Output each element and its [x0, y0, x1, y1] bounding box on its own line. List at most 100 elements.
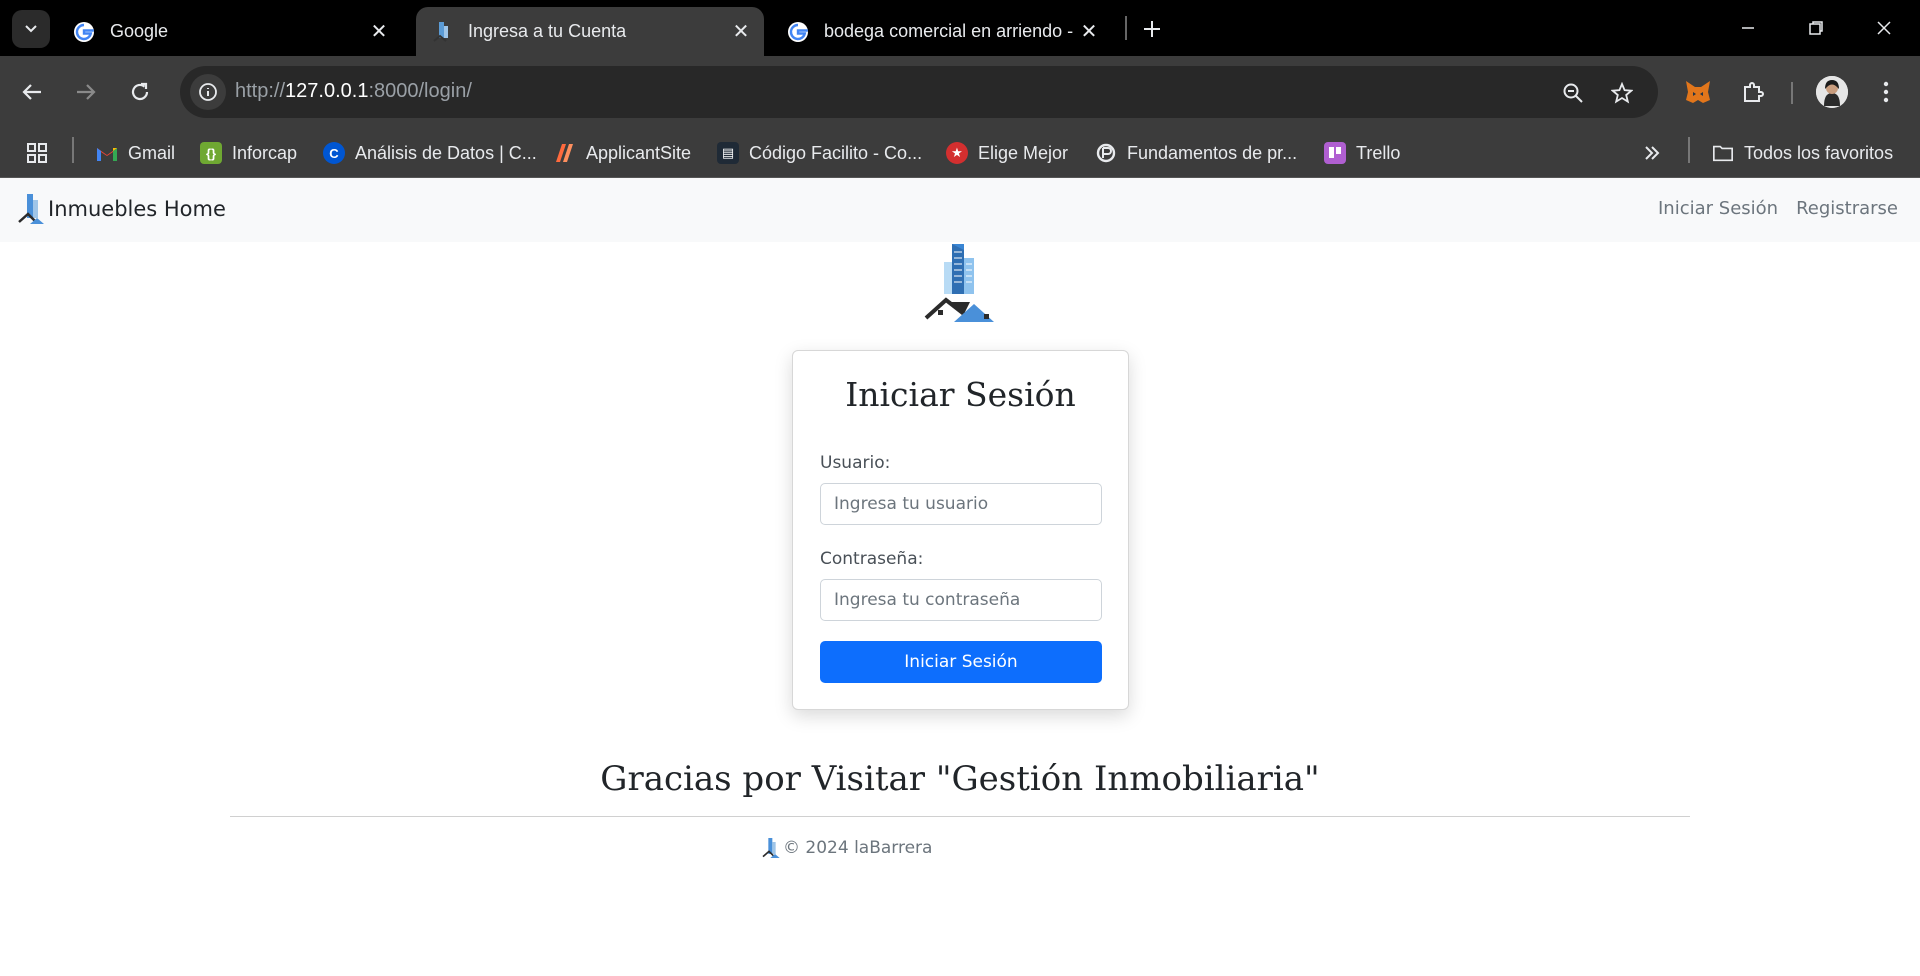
username-input[interactable]	[820, 483, 1102, 525]
fox-icon	[1686, 81, 1710, 103]
restore-button[interactable]	[1796, 10, 1836, 46]
tab-bodega[interactable]: bodega comercial en arriendo - ✕	[772, 7, 1112, 56]
address-bar[interactable]: http://127.0.0.1:8000/login/	[180, 66, 1658, 118]
chevron-down-icon	[25, 25, 37, 33]
bookmark-separator	[72, 137, 74, 163]
apps-button[interactable]	[26, 137, 48, 169]
url-path: :8000/login/	[368, 80, 472, 102]
coursera-icon: C	[323, 142, 345, 164]
google-icon	[72, 20, 96, 44]
login-submit-button[interactable]: Iniciar Sesión	[820, 641, 1102, 683]
footer: © 2024 laBarrera	[761, 836, 932, 860]
zoom-button[interactable]	[1558, 78, 1588, 108]
bookmark-inforcap[interactable]: {} Inforcap	[200, 137, 297, 169]
brand-link[interactable]: Inmuebles Home	[16, 192, 226, 226]
minimize-button[interactable]	[1728, 10, 1768, 46]
login-card: Iniciar Sesión Usuario: Contraseña: Inic…	[792, 350, 1129, 710]
bookmark-star-button[interactable]	[1607, 78, 1637, 108]
tab-google[interactable]: Google ✕	[58, 7, 402, 56]
eligemejor-icon: ★	[946, 142, 968, 164]
bookmark-fundamentos[interactable]: Fundamentos de pr...	[1095, 137, 1297, 169]
browser-tabstrip: Google ✕ Ingresa a tu Cuenta ✕ bodega co…	[0, 0, 1920, 56]
bookmark-label: Código Facilito - Co...	[749, 142, 923, 163]
url-host: 127.0.0.1	[285, 80, 369, 102]
brand-name: Inmuebles Home	[48, 197, 226, 221]
extensions-button[interactable]	[1733, 72, 1773, 112]
web-page: Inmuebles Home Iniciar Sesión Registrars…	[0, 178, 1920, 976]
codigofacilito-icon: ▤	[717, 142, 739, 164]
url-scheme: http://	[235, 80, 286, 102]
all-bookmarks-button[interactable]: Todos los favoritos	[1712, 137, 1893, 169]
url-text[interactable]: http://127.0.0.1:8000/login/	[235, 80, 472, 103]
fundamentos-icon	[1095, 142, 1117, 164]
tab-login[interactable]: Ingresa a tu Cuenta ✕	[416, 7, 764, 56]
applicantsite-icon	[554, 142, 576, 164]
new-tab-button[interactable]	[1135, 12, 1169, 46]
apps-grid-icon	[27, 143, 47, 163]
restore-icon	[1809, 21, 1823, 35]
inforcap-icon: {}	[200, 142, 222, 164]
reload-button[interactable]	[120, 72, 160, 112]
bookmark-label: Trello	[1356, 142, 1401, 163]
password-label: Contraseña:	[820, 549, 924, 569]
close-icon[interactable]: ✕	[726, 17, 756, 47]
star-icon	[1611, 82, 1633, 104]
menu-button[interactable]	[1866, 72, 1906, 112]
close-window-button[interactable]	[1864, 10, 1904, 46]
thanks-heading: Gracias por Visitar "Gestión Inmobiliari…	[600, 759, 1320, 799]
double-chevron-right-icon	[1645, 146, 1660, 160]
password-input[interactable]	[820, 579, 1102, 621]
puzzle-icon	[1744, 82, 1764, 102]
building-logo-icon	[762, 838, 780, 858]
forward-button[interactable]	[66, 72, 106, 112]
username-label: Usuario:	[820, 453, 891, 473]
folder-icon	[1712, 142, 1734, 164]
bookmark-trello[interactable]: Trello	[1324, 137, 1400, 169]
tab-title: Ingresa a tu Cuenta	[468, 21, 627, 41]
bookmark-label: ApplicantSite	[586, 142, 692, 163]
close-icon	[1877, 21, 1891, 35]
tab-title: bodega comercial en arriendo -	[824, 21, 1074, 41]
tab-separator	[1125, 16, 1127, 40]
minimize-icon	[1742, 27, 1754, 29]
tab-search-button[interactable]	[12, 10, 50, 48]
profile-avatar[interactable]	[1816, 76, 1848, 108]
gmail-icon	[96, 142, 118, 164]
all-bookmarks-label: Todos los favoritos	[1744, 142, 1894, 163]
bookmark-codigofacilito[interactable]: ▤ Código Facilito - Co...	[717, 137, 922, 169]
building-icon	[430, 20, 454, 44]
arrow-right-icon	[77, 84, 96, 100]
bookmark-eligemejor[interactable]: ★ Elige Mejor	[946, 137, 1068, 169]
nav-links: Iniciar Sesión Registrarse	[1658, 198, 1898, 219]
toolbar-separator	[1791, 82, 1793, 104]
bookmark-gmail[interactable]: Gmail	[96, 137, 175, 169]
bookmark-label: Fundamentos de pr...	[1127, 142, 1298, 163]
bookmarks-bar: Gmail {} Inforcap C Análisis de Datos | …	[0, 128, 1920, 178]
bookmark-separator	[1688, 137, 1690, 163]
zoom-out-icon	[1563, 83, 1583, 103]
nav-login-link[interactable]: Iniciar Sesión	[1658, 198, 1778, 219]
site-info-button[interactable]	[190, 74, 226, 110]
bookmark-label: Gmail	[128, 142, 176, 163]
bookmark-label: Inforcap	[232, 142, 298, 163]
building-logo-icon	[924, 244, 994, 322]
plus-icon	[1144, 21, 1160, 37]
site-navbar: Inmuebles Home Iniciar Sesión Registrars…	[0, 178, 1920, 242]
trello-icon	[1324, 142, 1346, 164]
login-title: Iniciar Sesión	[845, 375, 1076, 414]
bookmark-label: Análisis de Datos | C...	[355, 142, 537, 163]
back-button[interactable]	[12, 72, 52, 112]
arrow-left-icon	[22, 84, 41, 100]
nav-register-link[interactable]: Registrarse	[1796, 198, 1898, 219]
info-icon	[199, 83, 217, 101]
close-icon[interactable]: ✕	[364, 17, 394, 47]
bookmark-applicantsite[interactable]: ApplicantSite	[554, 137, 691, 169]
more-bookmarks-button[interactable]	[1642, 137, 1662, 169]
bookmark-label: Elige Mejor	[978, 142, 1069, 163]
reload-icon	[131, 82, 149, 101]
google-icon	[786, 20, 810, 44]
tab-title: Google	[110, 21, 169, 41]
metamask-extension[interactable]	[1678, 72, 1718, 112]
bookmark-analisis[interactable]: C Análisis de Datos | C...	[323, 137, 537, 169]
close-icon[interactable]: ✕	[1074, 17, 1104, 47]
